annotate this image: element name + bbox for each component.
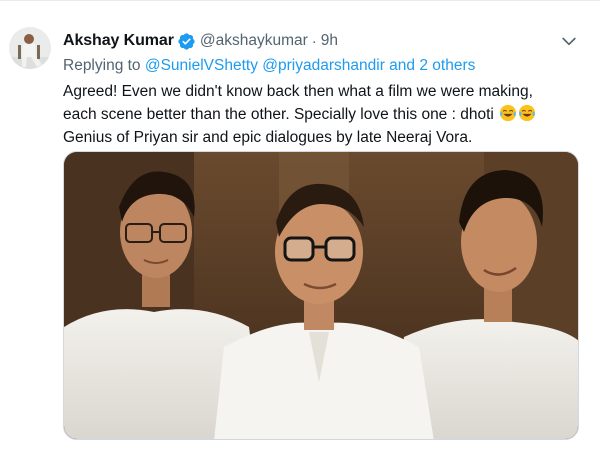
separator-dot: · (311, 32, 317, 50)
reply-and: and (384, 57, 420, 74)
chevron-down-icon (562, 37, 576, 46)
more-options-button[interactable] (556, 28, 582, 54)
tweet[interactable]: Akshay Kumar @akshaykumar · 9h Replying … (0, 0, 600, 450)
mention-link[interactable]: @SunielVShetty (145, 57, 258, 74)
tweet-text-line: each scene better than the other. Specia… (63, 103, 598, 126)
avatar[interactable] (9, 27, 51, 69)
timestamp[interactable]: 9h (321, 32, 338, 50)
others-link[interactable]: 2 others (419, 57, 475, 74)
tweet-header: Akshay Kumar @akshaykumar · 9h (63, 30, 338, 52)
verified-badge-icon (177, 32, 196, 51)
tweet-media-image[interactable] (63, 151, 579, 440)
avatar-image (9, 27, 51, 69)
replying-prefix: Replying to (63, 57, 145, 74)
tweet-text-line: Agreed! Even we didn't know back then wh… (63, 83, 533, 100)
film-still-image (64, 152, 578, 439)
handle[interactable]: @akshaykumar (200, 32, 308, 50)
face-with-tears-of-joy-icon (499, 104, 517, 122)
replying-to: Replying to @SunielVShetty @priyadarshan… (63, 57, 475, 75)
mention-link[interactable]: @priyadarshandir (262, 57, 385, 74)
display-name[interactable]: Akshay Kumar (63, 32, 174, 50)
tweet-text-line: Genius of Priyan sir and epic dialogues … (63, 129, 473, 146)
tweet-text-segment: each scene better than the other. Specia… (63, 106, 494, 123)
divider (0, 0, 600, 1)
face-with-tears-of-joy-icon (518, 104, 536, 122)
tweet-text: Agreed! Even we didn't know back then wh… (63, 80, 598, 149)
